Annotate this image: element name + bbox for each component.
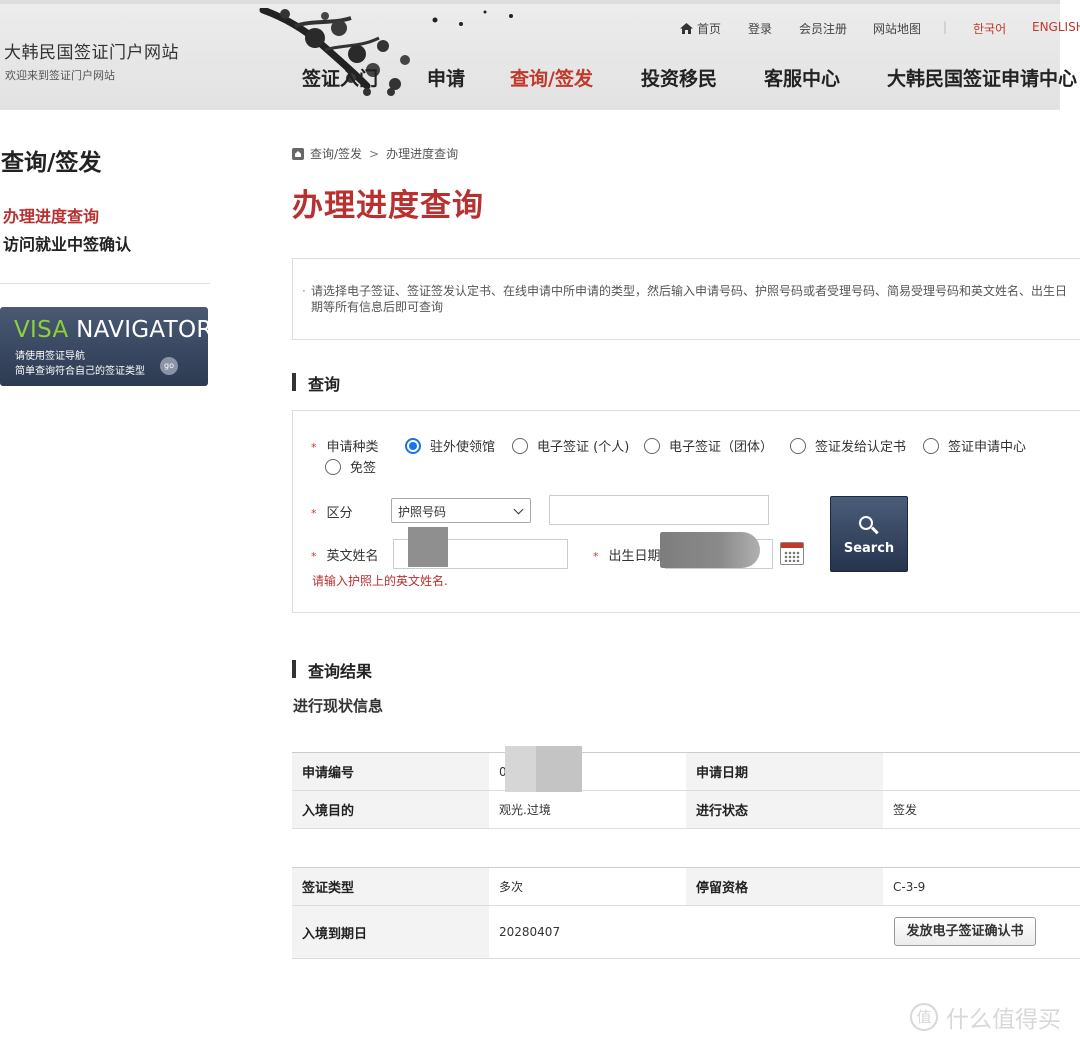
breadcrumb-current: 办理进度查询	[386, 147, 459, 161]
site-title[interactable]: 大韩民国签证门户网站	[4, 38, 179, 63]
utility-nav: 首页 登录 会员注册 网站地图 | 한국어 ENGLISH	[0, 20, 1080, 38]
breadcrumb: 查询/签发 > 办理进度查询	[292, 145, 458, 162]
site-header: 大韩民国签证门户网站 欢迎来到签证门户网站 首页 登录 会员注册 网站地图 | …	[0, 0, 1080, 110]
sidebar-title: 查询/签发	[1, 150, 102, 176]
gnb-apply[interactable]: 申请	[427, 64, 465, 91]
radio-unchecked-icon	[325, 458, 341, 475]
watermark-text: 什么值得买	[946, 1007, 1061, 1033]
table-cell	[686, 906, 883, 958]
issue-evisa-confirmation-button[interactable]: 发放电子签证确认书	[894, 917, 1036, 946]
banner-line1: 请使用签证导航	[15, 351, 85, 362]
table-cell	[883, 753, 1080, 790]
util-korean-link[interactable]: 한국어	[973, 20, 1006, 37]
banner-go-button[interactable]: go	[160, 357, 178, 375]
gnb-application-center[interactable]: 大韩民国签证申请中心	[887, 64, 1077, 91]
table-header-cell: 停留资格	[686, 868, 883, 905]
visa-navigator-banner[interactable]: VISA NAVIGATOR 请使用签证导航 简单查询符合自己的签证类型 go	[0, 307, 212, 386]
calendar-icon[interactable]	[780, 542, 804, 565]
banner-line2: 简单查询符合自己的签证类型	[15, 366, 145, 377]
table-cell: 20280407	[499, 925, 561, 939]
radio-embassy[interactable]: 驻外使领馆	[405, 436, 495, 455]
search-icon	[859, 516, 873, 530]
gnb-query-issue[interactable]: 查询/签发	[510, 64, 593, 91]
page-title: 办理进度查询	[292, 188, 484, 224]
radio-unchecked-icon	[923, 437, 939, 454]
radio-certificate[interactable]: 签证发给认定书	[790, 436, 906, 455]
query-heading: 查询	[292, 371, 340, 395]
util-home-label: 首页	[697, 22, 722, 36]
name-label: * 英文姓名	[311, 549, 379, 564]
banner-title: VISA NAVIGATOR	[14, 317, 213, 343]
birth-label: * 出生日期	[593, 549, 661, 564]
table-row: 签证类型 多次 停留资格 C-3-9	[292, 868, 1080, 906]
redaction-mark	[408, 527, 448, 567]
radio-unchecked-icon	[644, 437, 660, 454]
notice-box: 请选择电子签证、签证签发认定书、在线申请中所申请的类型，然后输入申请号码、护照号…	[292, 258, 1080, 340]
notice-text: 请选择电子签证、签证签发认定书、在线申请中所申请的类型，然后输入申请号码、护照号…	[302, 283, 1071, 315]
table-header-cell: 申请编号	[292, 753, 489, 790]
redaction-mark	[505, 746, 582, 792]
radio-checked-icon	[405, 437, 421, 454]
home-icon	[680, 23, 693, 34]
table-cell: C-3-9	[893, 879, 926, 894]
table-header-cell: 进行状态	[686, 791, 883, 828]
redaction-mark	[660, 532, 760, 568]
site-subtitle: 欢迎来到签证门户网站	[5, 69, 115, 82]
gnb-investment[interactable]: 投资移民	[641, 64, 717, 91]
radio-evisa-group[interactable]: 电子签证（团体）	[644, 436, 773, 455]
table-header-cell: 申请日期	[686, 753, 883, 790]
table-cell: 观光.过境	[499, 803, 551, 817]
table-header-cell: 签证类型	[292, 868, 489, 905]
radio-unchecked-icon	[790, 437, 806, 454]
gnb-customer-center[interactable]: 客服中心	[764, 64, 840, 91]
table-row: 申请编号 00 申请日期	[292, 753, 1080, 791]
status-table: 申请编号 00 申请日期 入境目的 观光.过境 进行状态 签发	[292, 752, 1080, 829]
table-cell: 签发	[893, 803, 918, 817]
util-divider: |	[943, 20, 948, 34]
util-english-link[interactable]: ENGLISH	[1032, 20, 1080, 34]
util-sitemap-link[interactable]: 网站地图	[873, 20, 921, 37]
sidebar-item-progress[interactable]: 办理进度查询	[3, 203, 99, 227]
radio-evisa-individual[interactable]: 电子签证 (个人)	[512, 436, 629, 455]
home-icon[interactable]	[292, 148, 304, 160]
passport-number-input[interactable]	[549, 495, 769, 525]
radio-unchecked-icon	[512, 437, 528, 454]
type-label: * 申请种类	[311, 440, 379, 455]
sidebar-item-employment[interactable]: 访问就业中签确认	[3, 231, 131, 255]
table-row: 入境目的 观光.过境 进行状态 签发	[292, 791, 1080, 829]
table-cell: 多次	[499, 880, 524, 894]
radio-visa-free[interactable]: 免签	[325, 457, 376, 476]
breadcrumb-parent[interactable]: 查询/签发	[310, 147, 362, 161]
gnb-visa-intro[interactable]: 签证入门	[302, 64, 378, 91]
search-button[interactable]: Search	[830, 496, 908, 572]
watermark: 值什么值得买	[910, 1000, 1061, 1034]
division-label: * 区分	[311, 506, 353, 521]
name-error-message: 请输入护照上的英文姓名.	[312, 574, 448, 588]
table-header-cell: 入境目的	[292, 791, 489, 828]
result-heading: 查询结果	[292, 658, 372, 682]
breadcrumb-separator: >	[369, 147, 380, 161]
util-register-link[interactable]: 会员注册	[799, 20, 847, 37]
sidebar-divider	[0, 283, 210, 284]
radio-application-center[interactable]: 签证申请中心	[923, 436, 1026, 455]
division-select[interactable]: 护照号码	[391, 498, 531, 523]
util-home-link[interactable]: 首页	[680, 20, 721, 37]
table-header-cell: 入境到期日	[292, 906, 489, 958]
smzdm-logo-icon: 值	[910, 1003, 938, 1031]
util-login-link[interactable]: 登录	[748, 20, 772, 37]
result-subheading: 进行现状信息	[293, 697, 384, 715]
search-button-label: Search	[843, 541, 895, 556]
